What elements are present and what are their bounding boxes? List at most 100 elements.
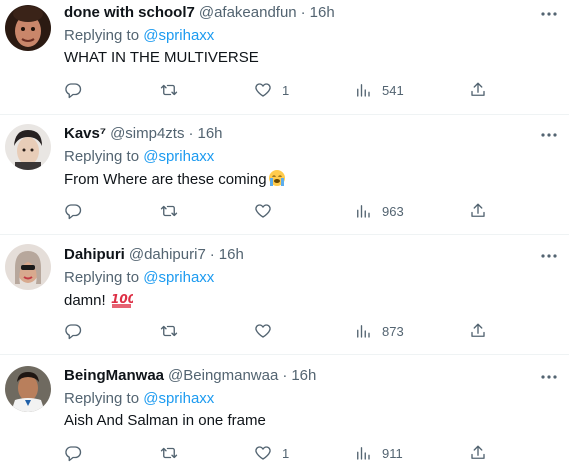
share-icon (469, 322, 487, 340)
views-button[interactable]: 963 (354, 201, 404, 221)
timestamp[interactable]: 16h (310, 4, 335, 21)
replying-to-label: Replying to (64, 390, 144, 407)
user-handle[interactable]: @afakeandfun (199, 4, 297, 21)
tweet-text-content: Aish And Salman in one frame (64, 412, 266, 429)
view-count: 541 (382, 82, 404, 98)
views-chart-icon (354, 81, 372, 99)
reply-icon (64, 81, 82, 99)
views-button[interactable]: 541 (354, 80, 404, 100)
reply-tweet[interactable]: Kavs⁷ @simp4zts · 16h Replying to @sprihaxx… (0, 115, 569, 234)
separator-dot: · (300, 4, 306, 21)
retweet-icon (160, 444, 178, 462)
action-bar: 1 541 (64, 80, 494, 100)
timestamp[interactable]: 16h (219, 246, 244, 263)
separator-dot: · (282, 367, 288, 384)
like-count: 1 (282, 82, 290, 98)
tweet-header: Kavs⁷ @simp4zts · 16h (64, 124, 223, 144)
display-name[interactable]: done with school7 (64, 4, 195, 21)
tweet-text-content: damn! (64, 292, 106, 309)
replying-to-line: Replying to @sprihaxx (64, 26, 214, 46)
replying-to-label: Replying to (64, 27, 144, 44)
tweet-header: Dahipuri @dahipuri7 · 16h (64, 245, 244, 265)
retweet-icon (160, 322, 178, 340)
like-heart-icon (254, 202, 272, 220)
views-chart-icon (354, 444, 372, 462)
replying-to-line: Replying to @sprihaxx (64, 147, 214, 167)
retweet-button[interactable] (160, 80, 188, 100)
like-heart-icon (254, 81, 272, 99)
reply-tweet[interactable]: Dahipuri @dahipuri7 · 16h Replying to @spri… (0, 235, 569, 354)
display-name[interactable]: Dahipuri (64, 246, 125, 263)
share-button[interactable] (469, 201, 487, 221)
user-handle[interactable]: @Beingmanwaa (168, 367, 278, 384)
display-name[interactable]: BeingManwaa (64, 367, 164, 384)
view-count: 963 (382, 203, 404, 219)
tweet-text: Aish And Salman in one frame (64, 411, 266, 431)
mention-link[interactable]: @sprihaxx (143, 148, 214, 165)
reply-button[interactable] (64, 201, 92, 221)
tweet-text: damn! 100 (64, 290, 136, 311)
more-horizontal-icon[interactable] (539, 246, 559, 266)
more-horizontal-icon[interactable] (539, 367, 559, 387)
tweet-header: BeingManwaa @Beingmanwaa · 16h (64, 366, 316, 386)
mention-link[interactable]: @sprihaxx (143, 390, 214, 407)
views-button[interactable]: 873 (354, 321, 404, 341)
like-button[interactable]: 1 (254, 80, 289, 100)
share-icon (469, 81, 487, 99)
reply-tweet[interactable]: BeingManwaa @Beingmanwaa · 16h Replying to … (0, 355, 569, 473)
view-count: 873 (382, 323, 404, 339)
avatar[interactable] (5, 124, 51, 170)
separator-dot: · (188, 125, 194, 142)
tweet-text: From Where are these coming (64, 169, 286, 190)
like-count: 1 (282, 445, 290, 461)
replying-to-label: Replying to (64, 148, 144, 165)
display-name[interactable]: Kavs⁷ (64, 125, 106, 142)
tweet-header: done with school7 @afakeandfun · 16h (64, 3, 335, 23)
more-horizontal-icon[interactable] (539, 125, 559, 145)
timestamp[interactable]: 16h (291, 367, 316, 384)
avatar[interactable] (5, 366, 51, 412)
more-horizontal-icon[interactable] (539, 4, 559, 24)
loudly-crying-face-emoji (268, 169, 286, 187)
action-bar: 963 (64, 201, 494, 221)
retweet-icon (160, 202, 178, 220)
view-count: 911 (382, 445, 403, 461)
reply-icon (64, 322, 82, 340)
action-bar: 873 (64, 321, 494, 341)
like-heart-icon (254, 322, 272, 340)
share-icon (469, 444, 487, 462)
reply-icon (64, 202, 82, 220)
retweet-button[interactable] (160, 443, 188, 463)
mention-link[interactable]: @sprihaxx (143, 269, 214, 286)
like-button[interactable] (254, 201, 282, 221)
like-button[interactable]: 1 (254, 443, 289, 463)
like-heart-icon (254, 444, 272, 462)
avatar[interactable] (5, 244, 51, 290)
user-handle[interactable]: @simp4zts (110, 125, 184, 142)
share-button[interactable] (469, 443, 487, 463)
tweet-text-content: WHAT IN THE MULTIVERSE (64, 49, 259, 66)
share-button[interactable] (469, 321, 487, 341)
views-chart-icon (354, 322, 372, 340)
reply-button[interactable] (64, 321, 92, 341)
replying-to-line: Replying to @sprihaxx (64, 389, 214, 409)
reply-tweet[interactable]: done with school7 @afakeandfun · 16h Replyi… (0, 0, 569, 113)
reply-icon (64, 444, 82, 462)
mention-link[interactable]: @sprihaxx (143, 27, 214, 44)
avatar[interactable] (5, 5, 51, 51)
tweet-text-content: From Where are these coming (64, 171, 267, 188)
like-button[interactable] (254, 321, 282, 341)
svg-text:100: 100 (111, 292, 133, 306)
user-handle[interactable]: @dahipuri7 (129, 246, 206, 263)
retweet-button[interactable] (160, 321, 188, 341)
reply-feed: done with school7 @afakeandfun · 16h Replyi… (0, 0, 569, 473)
replying-to-line: Replying to @sprihaxx (64, 268, 214, 288)
separator-dot: · (209, 246, 215, 263)
views-button[interactable]: 911 (354, 443, 403, 463)
views-chart-icon (354, 202, 372, 220)
reply-button[interactable] (64, 80, 92, 100)
retweet-button[interactable] (160, 201, 188, 221)
timestamp[interactable]: 16h (197, 125, 222, 142)
reply-button[interactable] (64, 443, 92, 463)
share-button[interactable] (469, 80, 487, 100)
